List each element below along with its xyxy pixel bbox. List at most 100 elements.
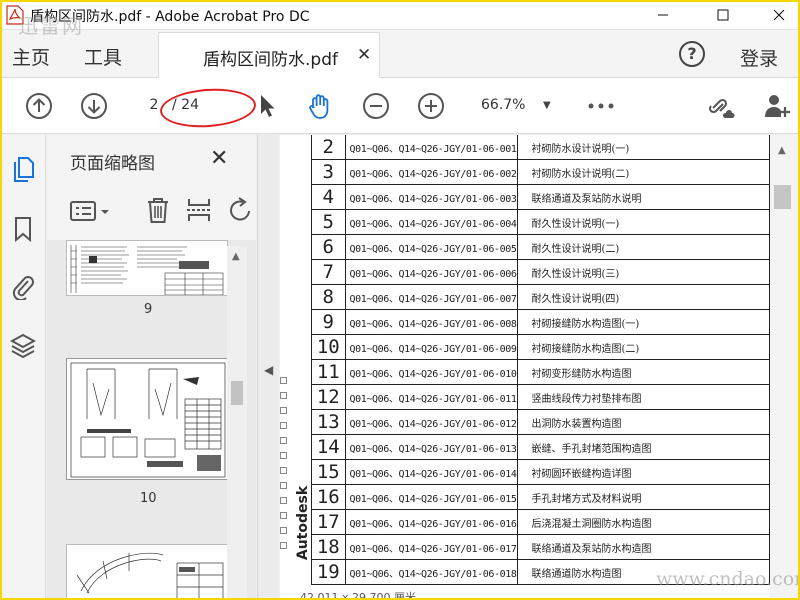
document-view[interactable]: Autodesk 2 Q01~Q06、Q14~Q26-JGY/01-06-001 衬… — [280, 135, 770, 600]
login-button[interactable]: 登录 — [740, 44, 778, 71]
scroll-up-arrow-icon[interactable]: ▲ — [232, 251, 240, 262]
collapse-panel-icon[interactable]: ◀ — [264, 363, 273, 377]
more-icon — [588, 103, 614, 109]
select-cursor-icon — [261, 95, 275, 117]
zoom-in-button[interactable] — [416, 91, 446, 121]
drawing-name: 出洞防水装置构造图 — [516, 409, 770, 435]
delete-page-button[interactable] — [144, 195, 172, 229]
thumbnail-drawing — [67, 545, 227, 600]
margin-mark — [280, 437, 287, 444]
drawing-name: 衬砌防水设计说明(一) — [516, 135, 770, 160]
margin-mark — [280, 497, 287, 504]
pages-icon — [14, 157, 34, 182]
add-user-button[interactable] — [762, 91, 792, 121]
drawing-name: 衬砌接缝防水构造图(一) — [516, 309, 770, 335]
drawing-name: 耐久性设计说明(一) — [516, 209, 770, 235]
thumbnail-drawing — [67, 241, 227, 295]
document-tab[interactable]: 盾构区间防水.pdf ✕ — [158, 32, 380, 79]
drawing-name: 耐久性设计说明(二) — [516, 234, 770, 260]
drawing-code: Q01~Q06、Q14~Q26-JGY/01-06-001 — [344, 135, 518, 160]
table-row: 3 Q01~Q06、Q14~Q26-JGY/01-06-002 衬砌防水设计说明(二… — [311, 159, 770, 185]
page-thumbnail[interactable] — [66, 544, 228, 600]
drawing-name: 联络通道及泵站防水说明 — [516, 184, 770, 210]
chevron-down-icon[interactable]: ▼ — [543, 100, 551, 111]
table-row: 15 Q01~Q06、Q14~Q26-JGY/01-06-014 衬砌圆环嵌缝构造详… — [311, 459, 770, 485]
share-link-button[interactable] — [708, 91, 738, 121]
close-panel-icon[interactable]: ✕ — [210, 146, 228, 171]
bookmarks-panel-button[interactable] — [9, 215, 37, 243]
table-row: 12 Q01~Q06、Q14~Q26-JGY/01-06-011 竖曲线段传力衬垫排… — [311, 384, 770, 410]
menu-bar: 主页 工具 盾构区间防水.pdf ✕ ? 登录 — [0, 30, 800, 79]
thumbnail-page-number: 9 — [144, 302, 153, 317]
zoom-level[interactable]: 66.7% — [481, 97, 525, 113]
row-number: 16 — [311, 484, 346, 510]
home-tab[interactable]: 主页 — [12, 43, 50, 70]
row-number: 9 — [311, 309, 346, 335]
pages-panel-button[interactable] — [9, 155, 37, 183]
zoom-in-icon — [418, 93, 444, 119]
document-scroll-thumb[interactable] — [774, 185, 791, 209]
table-row: 7 Q01~Q06、Q14~Q26-JGY/01-06-006 耐久性设计说明(三) — [311, 259, 770, 285]
tools-tab[interactable]: 工具 — [84, 43, 122, 70]
rotate-page-button[interactable] — [225, 196, 253, 228]
row-number: 8 — [311, 284, 346, 310]
maximize-button[interactable] — [700, 0, 746, 30]
next-page-button[interactable] — [79, 91, 109, 121]
drawing-name: 后浇混凝土洞圈防水构造图 — [516, 509, 770, 535]
margin-mark — [280, 512, 287, 519]
close-tab-icon[interactable]: ✕ — [357, 45, 371, 65]
row-number: 6 — [311, 234, 346, 260]
trash-icon — [148, 198, 168, 223]
close-window-button[interactable] — [756, 0, 800, 30]
drawing-code: Q01~Q06、Q14~Q26-JGY/01-06-015 — [344, 484, 518, 510]
margin-mark — [280, 542, 287, 549]
thumbnail-scrollbar[interactable]: ▲ — [227, 246, 247, 600]
table-row: 14 Q01~Q06、Q14~Q26-JGY/01-06-013 嵌缝、手孔封堵范围… — [311, 434, 770, 460]
thumbnail-drawing — [67, 359, 227, 479]
previous-page-button[interactable] — [24, 91, 54, 121]
document-scrollbar[interactable]: ▲ — [770, 135, 798, 600]
attachment-icon — [12, 276, 34, 300]
row-number: 14 — [311, 434, 346, 460]
page-thumbnail[interactable] — [66, 240, 228, 296]
side-watermark-text: Autodesk — [295, 485, 312, 561]
drawing-code: Q01~Q06、Q14~Q26-JGY/01-06-017 — [344, 534, 518, 560]
zoom-out-button[interactable] — [361, 91, 391, 121]
row-number: 7 — [311, 259, 346, 285]
margin-mark — [280, 467, 287, 474]
split-page-button[interactable] — [185, 196, 213, 228]
drawing-code: Q01~Q06、Q14~Q26-JGY/01-06-004 — [344, 209, 518, 235]
arrow-up-icon — [26, 93, 52, 119]
minimize-button[interactable] — [640, 0, 686, 30]
thumbnails-panel: 页面缩略图 ✕ 9 10 — [47, 135, 256, 600]
scroll-up-arrow-icon[interactable]: ▲ — [778, 145, 786, 156]
more-tools-button[interactable] — [586, 91, 616, 121]
split-icon — [187, 199, 211, 221]
drawing-code: Q01~Q06、Q14~Q26-JGY/01-06-016 — [344, 509, 518, 535]
layers-panel-button[interactable] — [9, 331, 37, 359]
arrow-down-icon — [81, 93, 107, 119]
hand-tool-icon — [309, 94, 329, 119]
hand-tool-button[interactable] — [305, 91, 335, 121]
drawing-name: 竖曲线段传力衬垫排布图 — [516, 384, 770, 410]
drawing-code: Q01~Q06、Q14~Q26-JGY/01-06-007 — [344, 284, 518, 310]
document-tab-label: 盾构区间防水.pdf — [203, 50, 338, 70]
page-thumbnail[interactable] — [66, 358, 228, 480]
options-menu-button[interactable] — [69, 197, 119, 229]
row-number: 2 — [311, 135, 346, 160]
table-row: 16 Q01~Q06、Q14~Q26-JGY/01-06-015 手孔封堵方式及材料… — [311, 484, 770, 510]
margin-mark — [280, 377, 287, 384]
margin-mark — [280, 422, 287, 429]
watermark-bottom: www.cndao.com — [656, 568, 800, 590]
attachments-panel-button[interactable] — [9, 272, 37, 300]
thumbnail-page-number: 10 — [140, 491, 157, 506]
title-bar: 盾构区间防水.pdf - Adobe Acrobat Pro DC — [0, 0, 800, 30]
select-tool-button[interactable] — [252, 91, 282, 121]
panel-splitter[interactable]: ◀ — [257, 135, 279, 600]
table-row: 4 Q01~Q06、Q14~Q26-JGY/01-06-003 联络通道及泵站防水说… — [311, 184, 770, 210]
table-row: 10 Q01~Q06、Q14~Q26-JGY/01-06-009 衬砌接缝防水构造图… — [311, 334, 770, 360]
help-button[interactable]: ? — [679, 41, 705, 67]
page-size-text: 42.011 x 29.700 厘米 — [300, 591, 416, 600]
thumbnail-scroll-thumb[interactable] — [231, 381, 243, 405]
row-number: 13 — [311, 409, 346, 435]
